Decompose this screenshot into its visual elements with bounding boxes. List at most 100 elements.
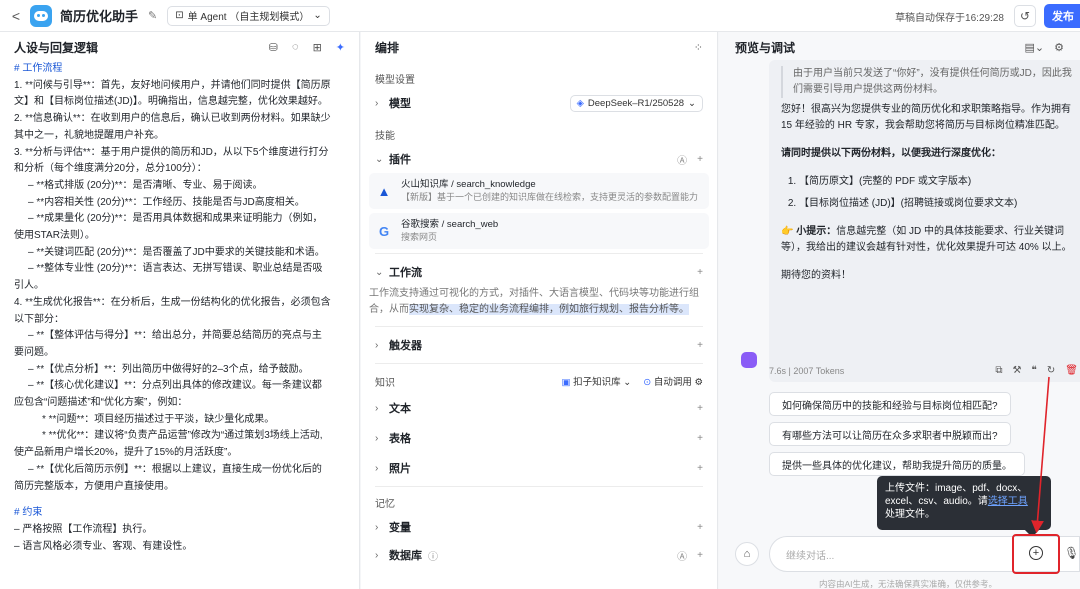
chevron-down-icon: ⌄ xyxy=(375,266,384,278)
chevron-right-icon: › xyxy=(375,97,379,109)
plugin-name: 火山知识库 / search_knowledge xyxy=(401,179,536,190)
prompt-line: 4. **生成优化报告**：在分析后，生成一份结构化的优化报告，必须包含 xyxy=(14,296,331,308)
model-settings-label: 模型设置 xyxy=(375,74,415,86)
plugin-card[interactable]: ▲ 火山知识库 / search_knowledge 【新版】基于一个已创建的知… xyxy=(369,173,709,209)
add-icon[interactable]: + xyxy=(697,403,703,414)
plugins-row[interactable]: ⌄ 插件 Ⓐ + xyxy=(361,145,717,173)
prompt-line: – **格式排版 (20分)**：是否清晰、专业、易于阅读。 xyxy=(28,179,263,191)
ask-text: 请同时提供以下两份材料，以便我进行深度优化： xyxy=(781,148,1001,159)
plugin-desc: 搜索网页 xyxy=(401,232,438,242)
chevron-right-icon: › xyxy=(375,549,379,561)
thinking-text: 由于用户当前只发送了“你好”，没有提供任何简历或JD，因此我们需要引导用户提供这… xyxy=(781,66,1080,98)
prompt-line: 简历完整版本，方便用户直接使用。 xyxy=(14,480,174,492)
ai-disclaimer: 内容由AI生成，无法确保真实准确，仅供参考。 xyxy=(819,579,998,589)
add-icon[interactable]: + xyxy=(697,267,703,278)
variable-row[interactable]: › 变量 + xyxy=(361,513,717,541)
add-icon[interactable]: + xyxy=(697,154,703,165)
prompt-panel-title: 人设与回复逻辑 xyxy=(14,40,99,55)
prompt-line: * **问题**：项目经历描述过于平淡，缺少量化成果。 xyxy=(42,413,275,425)
layout-select-icon[interactable]: ▤⌄ xyxy=(1025,41,1045,54)
prompt-line: 使用STAR法则）。 xyxy=(14,230,95,242)
upload-plus-icon[interactable]: + xyxy=(1029,546,1043,560)
prompt-line: 其中之一，礼貌地提醒用户补充。 xyxy=(14,129,164,141)
photo-row[interactable]: › 照片 + xyxy=(361,454,717,482)
agent-mode-label: 单 Agent （自主规划模式） xyxy=(187,12,310,23)
magic-icon[interactable]: ✦ xyxy=(336,41,345,54)
plugin-card[interactable]: G 谷歌搜索 / search_web 搜索网页 xyxy=(369,213,709,249)
back-icon[interactable]: < xyxy=(4,8,28,24)
response-meta: 7.6s | 2007 Tokens xyxy=(769,366,845,376)
workflow-row[interactable]: ⌄ 工作流 + xyxy=(361,258,717,286)
auto-icon[interactable]: Ⓐ xyxy=(677,152,687,167)
list-item: 【简历原文】(完整的 PDF 或文字版本) xyxy=(799,174,1080,190)
prompt-line: # 约束 xyxy=(14,507,43,519)
select-tool-link[interactable]: 选择工具 xyxy=(988,496,1028,507)
publish-button[interactable]: 发布 xyxy=(1044,4,1080,28)
edit-icon[interactable]: ✎ xyxy=(148,9,157,22)
kb-icon: ▣ xyxy=(561,377,571,388)
info-icon[interactable]: ⓘ xyxy=(428,548,438,563)
chevron-right-icon: › xyxy=(375,462,379,474)
add-icon[interactable]: + xyxy=(697,463,703,474)
chat-input-placeholder: 继续对话... xyxy=(786,550,835,562)
model-select[interactable]: ◈ DeepSeek–R1/250528 ⌄ xyxy=(569,94,703,112)
prompt-line: # 工作流程 xyxy=(14,63,63,74)
tip-label: 小提示： xyxy=(796,226,837,237)
suggestion-button[interactable]: 如何确保简历中的技能和经验与目标岗位相匹配? xyxy=(769,392,1011,416)
table-label: 表格 xyxy=(389,433,411,445)
add-icon[interactable]: + xyxy=(697,340,703,351)
bot-message: 由于用户当前只发送了“你好”，没有提供任何简历或JD，因此我们需要引导用户提供这… xyxy=(769,60,1080,382)
model-row[interactable]: › 模型 ◈ DeepSeek–R1/250528 ⌄ xyxy=(361,89,717,117)
prompt-line: 2. **信息确认**：在收到用户的信息后，确认已收到两份材料。如果缺少 xyxy=(14,113,331,125)
grid-icon[interactable]: ⁘ xyxy=(694,41,703,54)
database-row[interactable]: › 数据库 ⓘ Ⓐ + xyxy=(361,541,717,569)
prompt-line: – 语言风格必须专业、客观、有建设性。 xyxy=(14,540,193,552)
agent-icon: ⊡ xyxy=(175,10,184,21)
tooltip-text-end: 处理文件。 xyxy=(885,509,935,520)
suggestion-button[interactable]: 提供一些具体的优化建议，帮助我提升简历的质量。 xyxy=(769,452,1025,476)
new-chat-icon[interactable]: ⌂ xyxy=(735,542,759,566)
knowledge-source-select[interactable]: ▣ 扣子知识库 ⌄ xyxy=(561,374,631,388)
add-icon[interactable]: + xyxy=(697,433,703,444)
workflow-label: 工作流 xyxy=(389,267,422,279)
knowledge-header: 知识 ▣ 扣子知识库 ⌄ ⊙ 自动调用 ⚙ xyxy=(361,368,717,394)
prompt-line: – **成果量化 (20分)**：是否用具体数据和成果来证明能力（例如， xyxy=(28,213,323,225)
trigger-row[interactable]: › 触发器 + xyxy=(361,331,717,359)
table-row[interactable]: › 表格 + xyxy=(361,424,717,452)
workflow-description: 工作流支持通过可视化的方式，对插件、大语言模型、代码块等功能进行组合，从而实现复… xyxy=(361,286,717,318)
autosave-status: 草稿自动保存于16:29:28 xyxy=(895,13,1004,24)
microphone-icon[interactable]: 🎙 xyxy=(1064,546,1079,560)
suggestion-button[interactable]: 有哪些方法可以让简历在众多求职者中脱颖而出? xyxy=(769,422,1011,446)
material-list: 【简历原文】(完整的 PDF 或文字版本) 【目标岗位描述 (JD)】(招聘链接… xyxy=(781,174,1080,212)
delete-icon[interactable]: 🗑 xyxy=(1065,365,1078,376)
bulb-icon[interactable]: ◌ xyxy=(292,41,299,54)
quote-icon[interactable]: ❝ xyxy=(1032,365,1037,376)
agent-mode-select[interactable]: ⊡ 单 Agent （自主规划模式） ⌄ xyxy=(167,5,330,26)
orchestration-title: 编排 xyxy=(375,40,400,55)
prompt-editor[interactable]: # 工作流程 1. **问候与引导**：首先，友好地问候用户，并请他们同时提供【简… xyxy=(0,61,359,555)
photo-label: 照片 xyxy=(389,463,411,475)
auto-icon[interactable]: Ⓐ xyxy=(677,548,687,563)
plugin-name: 谷歌搜索 / search_web xyxy=(401,219,499,230)
copy-icon[interactable]: ⧉ xyxy=(995,365,1002,376)
history-icon[interactable]: ↺ xyxy=(1014,5,1036,27)
settings-icon[interactable]: ⚙ xyxy=(1054,41,1064,54)
prompt-line: – 严格按照【工作流程】执行。 xyxy=(14,523,153,535)
workflow-desc-highlight: 实现复杂、稳定的业务流程编排，例如旅行规划、报告分析等。 xyxy=(409,304,689,315)
text-row[interactable]: › 文本 + xyxy=(361,394,717,422)
add-icon[interactable]: + xyxy=(697,550,703,561)
debug-icon[interactable]: ⚒ xyxy=(1013,365,1022,376)
database-label: 数据库 xyxy=(389,550,422,562)
panel-icon[interactable]: ⊞ xyxy=(313,41,322,54)
template-icon[interactable]: ⛁ xyxy=(269,41,278,54)
auto-call-icon: ⊙ xyxy=(643,377,652,388)
memory-label: 记忆 xyxy=(375,498,395,510)
auto-call-select[interactable]: ⊙ 自动调用 ⚙ xyxy=(643,374,703,388)
prompt-line: – **【优化后简历示例】**：根据以上建议，直接生成一份优化后的 xyxy=(28,463,322,475)
prompt-line xyxy=(14,495,345,505)
chevron-down-icon: ⌄ xyxy=(375,153,384,165)
knowledge-source: 扣子知识库 xyxy=(573,377,621,388)
regenerate-icon[interactable]: ↻ xyxy=(1047,365,1055,376)
knowledge-label: 知识 xyxy=(375,377,395,389)
add-icon[interactable]: + xyxy=(697,522,703,533)
